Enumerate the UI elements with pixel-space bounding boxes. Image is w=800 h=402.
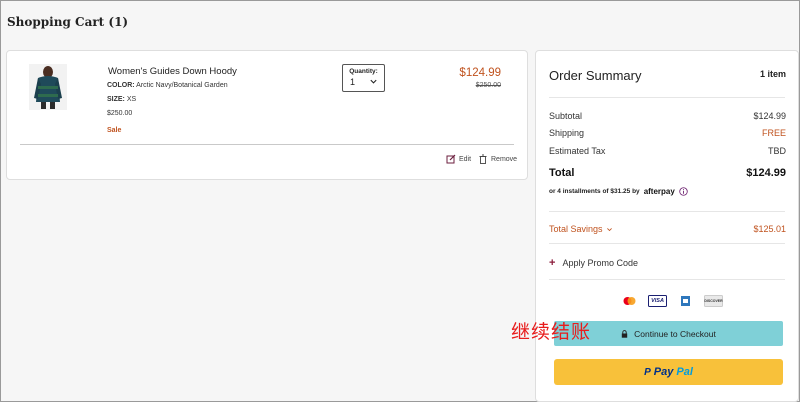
- sale-tag: Sale: [107, 127, 122, 134]
- paypal-button[interactable]: P Pay Pal: [554, 359, 783, 385]
- color-value: Arctic Navy/Botanical Garden: [136, 82, 228, 89]
- page-title: Shopping Cart (1): [7, 15, 129, 29]
- edit-icon: [446, 154, 456, 164]
- product-color: COLOR: Arctic Navy/Botanical Garden: [107, 82, 228, 89]
- info-icon[interactable]: [679, 187, 688, 196]
- discover-icon: DISCOVER: [704, 295, 723, 307]
- item-sale-price: $124.99: [459, 67, 501, 79]
- lock-icon: [621, 329, 628, 338]
- subtotal-row: Subtotal $124.99: [549, 111, 786, 121]
- order-summary-title: Order Summary: [549, 68, 642, 83]
- visa-icon: VISA: [648, 295, 667, 307]
- hoody-product-image[interactable]: [29, 64, 67, 110]
- remove-label: Remove: [491, 155, 518, 163]
- shipping-label: Shipping: [549, 128, 585, 138]
- summary-divider: [549, 279, 785, 280]
- quantity-label: Quantity:: [349, 68, 378, 75]
- shipping-value: FREE: [761, 128, 786, 138]
- product-list-price: $250.00: [107, 110, 133, 117]
- color-label: COLOR:: [107, 82, 135, 89]
- plus-icon: +: [549, 257, 556, 269]
- tax-value: TBD: [768, 146, 786, 156]
- subtotal-value: $124.99: [753, 111, 786, 121]
- summary-divider: [549, 97, 785, 98]
- savings-toggle[interactable]: Total Savings: [549, 224, 613, 234]
- apply-promo-code-button[interactable]: + Apply Promo Code: [549, 257, 638, 269]
- promo-label: Apply Promo Code: [562, 258, 638, 268]
- tax-row: Estimated Tax TBD: [549, 146, 786, 156]
- item-original-price: $250.00: [475, 82, 501, 89]
- overlay-annotation-text: 继续结账: [511, 321, 592, 343]
- paypal-pay-text: Pay: [653, 366, 674, 378]
- item-count: 1 item: [759, 69, 786, 79]
- afterpay-installments: or 4 installments of $31.25 by afterpay: [549, 187, 688, 196]
- total-row: Total $124.99: [549, 167, 786, 179]
- amex-icon: [676, 295, 695, 307]
- checkout-label: Continue to Checkout: [634, 328, 716, 339]
- remove-button[interactable]: Remove: [478, 154, 517, 164]
- summary-divider: [549, 243, 785, 244]
- cart-panel: Women's Guides Down Hoody COLOR: Arctic …: [6, 50, 528, 180]
- afterpay-logo: afterpay: [643, 187, 675, 196]
- edit-button[interactable]: Edit: [446, 154, 471, 164]
- paypal-icon: P: [644, 366, 651, 378]
- savings-label: Total Savings: [549, 224, 603, 234]
- mastercard-icon: [620, 295, 639, 307]
- size-value: XS: [126, 96, 137, 103]
- product-size: SIZE: XS: [107, 96, 136, 103]
- quantity-value: 1: [350, 77, 356, 87]
- subtotal-label: Subtotal: [549, 111, 583, 121]
- savings-value: $125.01: [753, 224, 786, 234]
- trash-icon: [479, 154, 487, 164]
- total-value: $124.99: [746, 167, 786, 179]
- edit-label: Edit: [459, 155, 472, 163]
- cart-divider: [20, 144, 514, 145]
- size-label: SIZE:: [107, 96, 125, 103]
- quantity-select[interactable]: Quantity: 1: [342, 64, 385, 92]
- payment-methods: VISA DISCOVER: [620, 295, 723, 307]
- tax-label: Estimated Tax: [549, 146, 606, 156]
- paypal-pal-text: Pal: [676, 366, 693, 378]
- shipping-row: Shipping FREE: [549, 128, 786, 138]
- chevron-down-icon: [606, 227, 612, 231]
- total-label: Total: [549, 167, 575, 179]
- installments-text: or 4 installments of $31.25 by: [549, 188, 640, 195]
- summary-divider: [549, 211, 785, 212]
- product-name-link[interactable]: Women's Guides Down Hoody: [108, 66, 237, 77]
- order-summary-panel: Order Summary 1 item Subtotal $124.99 Sh…: [535, 50, 799, 402]
- chevron-down-icon: [370, 79, 377, 84]
- total-savings-row[interactable]: Total Savings $125.01: [549, 224, 786, 234]
